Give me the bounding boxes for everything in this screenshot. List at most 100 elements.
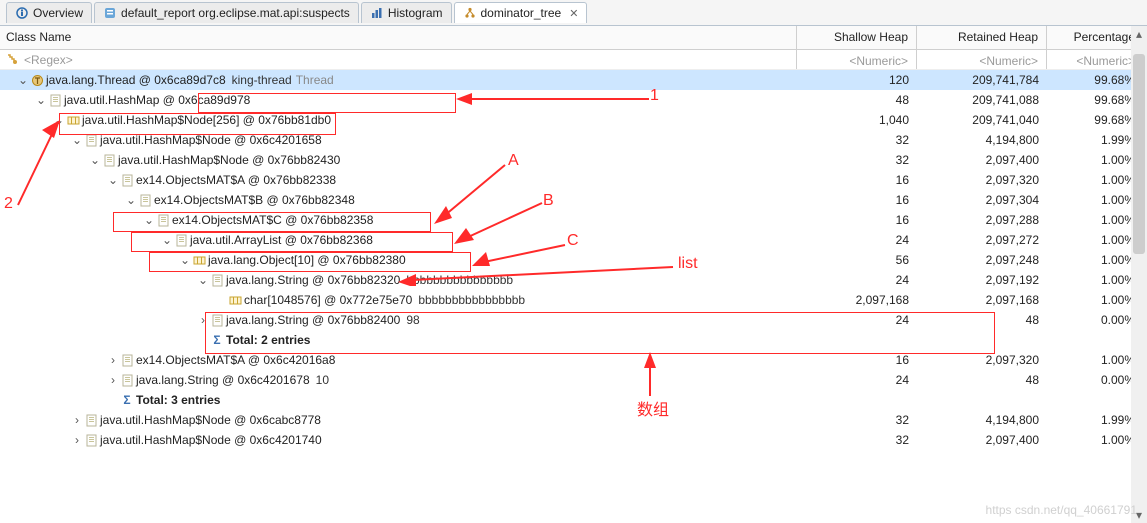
collapse-icon[interactable]: ⌄ bbox=[160, 233, 174, 247]
table-row[interactable]: ⌄java.lang.Thread @ 0x6ca89d7c8king-thre… bbox=[0, 70, 1147, 90]
collapse-icon[interactable]: ⌄ bbox=[34, 93, 48, 107]
cell-retained: 209,741,040 bbox=[917, 113, 1047, 127]
table-row[interactable]: ⌄java.util.HashMap$Node @ 0x76bb82430322… bbox=[0, 150, 1147, 170]
expand-icon[interactable]: › bbox=[106, 353, 120, 367]
header-class-name[interactable]: Class Name bbox=[0, 26, 797, 49]
table-row[interactable]: ›java.util.HashMap$Node @ 0x6cabc8778324… bbox=[0, 410, 1147, 430]
cell-class-name: ⌄ex14.ObjectsMAT$A @ 0x76bb82338 bbox=[0, 173, 797, 187]
cell-shallow: 24 bbox=[797, 273, 917, 287]
expand-icon[interactable]: › bbox=[196, 313, 210, 327]
table-row[interactable]: › java.util.HashMap$Node @ 0x6c4201740 322… bbox=[0, 430, 1147, 450]
cell-retained: 2,097,168 bbox=[917, 293, 1047, 307]
collapse-icon[interactable]: ⌄ bbox=[70, 133, 84, 147]
expand-icon[interactable]: › bbox=[70, 413, 84, 427]
cell-retained: 2,097,248 bbox=[917, 253, 1047, 267]
obj-icon bbox=[120, 353, 134, 367]
table-row[interactable]: ΣTotal: 3 entries bbox=[0, 390, 1147, 410]
cell-class-name: ⌄ java.lang.Object[10] @ 0x76bb82380 bbox=[0, 253, 797, 267]
close-icon[interactable]: ✕ bbox=[565, 7, 578, 20]
cell-shallow: 32 bbox=[797, 433, 917, 447]
row-text: java.util.HashMap$Node @ 0x6c4201658 bbox=[100, 133, 322, 147]
table-row[interactable]: ⌄java.util.HashMap$Node[256] @ 0x76bb81d… bbox=[0, 110, 1147, 130]
table-row[interactable]: char[1048576] @ 0x772e75e70 bbbbbbbbbbbbb… bbox=[0, 290, 1147, 310]
cell-shallow: 48 bbox=[797, 93, 917, 107]
collapse-icon[interactable]: ⌄ bbox=[178, 253, 192, 267]
table-row[interactable]: ΣTotal: 2 entries bbox=[0, 330, 1147, 350]
cell-retained: 4,194,800 bbox=[917, 133, 1047, 147]
tab-dominator-tree[interactable]: dominator_tree ✕ bbox=[454, 2, 588, 23]
row-text: java.lang.Object[10] @ 0x76bb82380 bbox=[208, 253, 406, 267]
watermark: https csdn.net/qq_40661791 bbox=[986, 503, 1137, 517]
tree-icon bbox=[463, 6, 477, 20]
collapse-icon[interactable]: ⌄ bbox=[106, 173, 120, 187]
cell-shallow: 120 bbox=[797, 73, 917, 87]
tree-rows: ⌄java.lang.Thread @ 0x6ca89d7c8king-thre… bbox=[0, 70, 1147, 450]
collapse-icon[interactable]: ⌄ bbox=[142, 213, 156, 227]
table-row[interactable]: ⌄ex14.ObjectsMAT$A @ 0x76bb82338162,097,… bbox=[0, 170, 1147, 190]
tab-label: dominator_tree bbox=[481, 6, 562, 20]
table-row[interactable]: ⌄ java.lang.Object[10] @ 0x76bb82380 562,0… bbox=[0, 250, 1147, 270]
table-row[interactable]: ›ex14.ObjectsMAT$A @ 0x6c42016a8162,097,… bbox=[0, 350, 1147, 370]
collapse-icon[interactable]: ⌄ bbox=[88, 153, 102, 167]
thread-icon bbox=[30, 73, 44, 87]
cell-shallow: 24 bbox=[797, 233, 917, 247]
cell-shallow: 16 bbox=[797, 213, 917, 227]
expand-icon[interactable]: › bbox=[106, 373, 120, 387]
obj-icon bbox=[210, 273, 224, 287]
cell-class-name: ΣTotal: 3 entries bbox=[0, 393, 797, 407]
obj-icon bbox=[48, 93, 62, 107]
cell-shallow: 16 bbox=[797, 173, 917, 187]
row-text: java.util.HashMap$Node @ 0x6c4201740 bbox=[100, 433, 322, 447]
table-row[interactable]: ⌄java.lang.String @ 0x76bb82320bbbbbbbbb… bbox=[0, 270, 1147, 290]
row-text: ex14.ObjectsMAT$A @ 0x6c42016a8 bbox=[136, 353, 335, 367]
row-text: char[1048576] @ 0x772e75e70 bbox=[244, 293, 412, 307]
header-retained[interactable]: Retained Heap bbox=[917, 26, 1047, 49]
cell-shallow: 2,097,168 bbox=[797, 293, 917, 307]
cell-class-name: › java.util.HashMap$Node @ 0x6cabc8778 bbox=[0, 413, 797, 427]
scroll-thumb[interactable] bbox=[1133, 54, 1145, 254]
table-row[interactable]: ⌄java.util.HashMap @ 0x6ca89d97848209,74… bbox=[0, 90, 1147, 110]
filter-name[interactable]: <Regex> bbox=[24, 53, 73, 67]
obj-icon bbox=[120, 173, 134, 187]
vertical-scrollbar[interactable]: ▴ ▾ bbox=[1131, 26, 1147, 523]
obj-icon bbox=[156, 213, 170, 227]
cell-class-name: ›java.lang.String @ 0x6c420167810 bbox=[0, 373, 797, 387]
collapse-icon[interactable]: ⌄ bbox=[16, 73, 30, 87]
filter-shallow[interactable]: <Numeric> bbox=[797, 50, 917, 69]
cell-class-name: › java.util.HashMap$Node @ 0x6c4201740 bbox=[0, 433, 797, 447]
scroll-up-icon[interactable]: ▴ bbox=[1131, 26, 1147, 42]
collapse-icon[interactable]: ⌄ bbox=[52, 113, 66, 127]
expand-icon[interactable]: › bbox=[70, 433, 84, 447]
header-shallow[interactable]: Shallow Heap bbox=[797, 26, 917, 49]
cell-class-name: ΣTotal: 2 entries bbox=[0, 333, 797, 347]
cell-retained: 209,741,784 bbox=[917, 73, 1047, 87]
row-text: java.util.ArrayList @ 0x76bb82368 bbox=[190, 233, 373, 247]
arr-icon bbox=[192, 253, 206, 267]
histogram-icon bbox=[370, 6, 384, 20]
tab-histogram[interactable]: Histogram bbox=[361, 2, 452, 23]
filter-retained[interactable]: <Numeric> bbox=[917, 50, 1047, 69]
tab-default-report[interactable]: default_report org.eclipse.mat.api:suspe… bbox=[94, 2, 359, 23]
row-text: Total: 3 entries bbox=[136, 393, 220, 407]
tab-overview[interactable]: Overview bbox=[6, 2, 92, 23]
tab-label: Overview bbox=[33, 6, 83, 20]
table-row[interactable]: ⌄java.util.ArrayList @ 0x76bb82368242,09… bbox=[0, 230, 1147, 250]
table-row[interactable]: ⌄java.util.HashMap$Node @ 0x6c4201658324… bbox=[0, 130, 1147, 150]
collapse-icon[interactable]: ⌄ bbox=[196, 273, 210, 287]
row-suffix: king-thread bbox=[232, 73, 292, 87]
row-suffix: bbbbbbbbbbbbbbbb bbox=[418, 293, 525, 307]
cell-class-name: ⌄java.lang.String @ 0x76bb82320bbbbbbbbb… bbox=[0, 273, 797, 287]
collapse-icon[interactable]: ⌄ bbox=[124, 193, 138, 207]
cell-class-name: ⌄ java.util.HashMap$Node @ 0x6c4201658 bbox=[0, 133, 797, 147]
table-row[interactable]: ›java.lang.String @ 0x6c42016781024480.0… bbox=[0, 370, 1147, 390]
table-row[interactable]: ⌄ex14.ObjectsMAT$B @ 0x76bb82348162,097,… bbox=[0, 190, 1147, 210]
cell-shallow: 56 bbox=[797, 253, 917, 267]
cell-retained: 2,097,320 bbox=[917, 353, 1047, 367]
row-text: java.util.HashMap$Node @ 0x6cabc8778 bbox=[100, 413, 321, 427]
row-text: java.lang.String @ 0x76bb82400 bbox=[226, 313, 400, 327]
table-row[interactable]: ⌄ex14.ObjectsMAT$C @ 0x76bb82358162,097,… bbox=[0, 210, 1147, 230]
table-row[interactable]: ›java.lang.String @ 0x76bb824009824480.0… bbox=[0, 310, 1147, 330]
cell-class-name: › ex14.ObjectsMAT$A @ 0x6c42016a8 bbox=[0, 353, 797, 367]
cell-retained: 2,097,400 bbox=[917, 433, 1047, 447]
cell-class-name: ⌄java.util.HashMap$Node @ 0x76bb82430 bbox=[0, 153, 797, 167]
